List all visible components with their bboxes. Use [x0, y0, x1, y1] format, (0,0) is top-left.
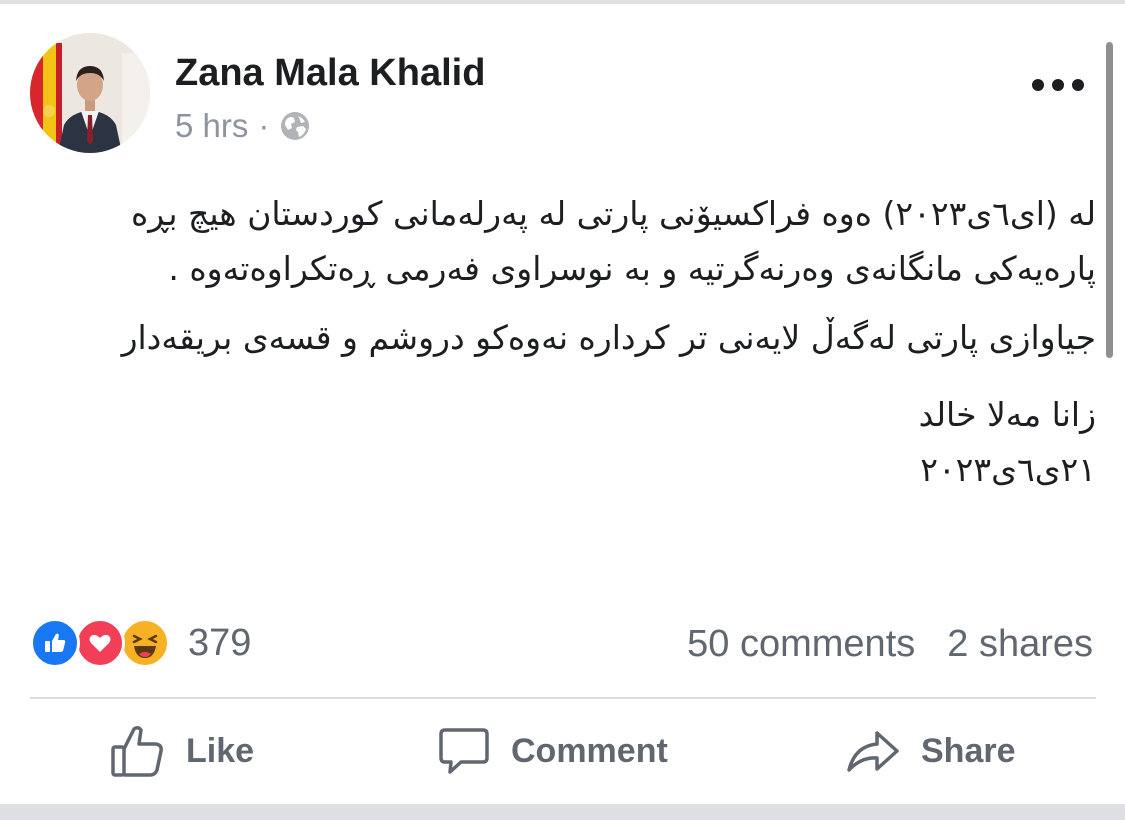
- share-label: Share: [921, 731, 1016, 770]
- top-border: [0, 0, 1125, 4]
- share-button[interactable]: Share: [845, 722, 1016, 780]
- reactions-summary[interactable]: 379: [30, 617, 251, 669]
- divider: [30, 697, 1096, 699]
- like-button[interactable]: Like: [110, 722, 254, 780]
- post-time[interactable]: 5 hrs: [175, 107, 248, 145]
- shares-count[interactable]: 2 shares: [947, 623, 1093, 666]
- engagement-counts: 50 comments 2 shares: [687, 620, 1093, 668]
- comment-button[interactable]: Comment: [437, 722, 668, 780]
- more-dot: [1052, 79, 1064, 91]
- more-options-icon[interactable]: [1032, 76, 1084, 94]
- globe-icon[interactable]: [279, 110, 311, 142]
- more-dot: [1032, 79, 1044, 91]
- post-paragraph: له (ای٦ی٢٠٢٣) ەوە فراکسیۆنی پارتی له پەر…: [130, 194, 1096, 288]
- thumbs-up-icon: [111, 725, 163, 777]
- signature-date: ٢١ی٦ی٢٠٢٣: [920, 450, 1096, 489]
- comment-label: Comment: [511, 731, 668, 770]
- post-body: له (ای٦ی٢٠٢٣) ەوە فراکسیۆنی پارتی له پەر…: [30, 186, 1096, 497]
- more-dot: [1072, 79, 1084, 91]
- author-avatar[interactable]: [30, 33, 150, 153]
- meta-separator: ·: [258, 107, 270, 144]
- scrollbar[interactable]: [1106, 42, 1113, 358]
- comments-count[interactable]: 50 comments: [687, 623, 915, 666]
- bottom-border: [0, 804, 1125, 820]
- share-arrow-icon: [847, 731, 899, 772]
- signature-name: زانا مەلا خالد: [918, 395, 1096, 434]
- like-label: Like: [186, 731, 255, 770]
- reaction-count: 379: [188, 621, 252, 664]
- haha-icon: [120, 618, 170, 668]
- avatar-photo: [30, 33, 150, 153]
- post-paragraph: جیاوازی پارتی لەگەڵ لایەنی تر کرداره نەو…: [121, 318, 1096, 357]
- like-icon: [30, 618, 80, 668]
- post-meta: 5 hrs ·: [175, 106, 311, 146]
- love-icon: [75, 618, 125, 668]
- comment-bubble-icon: [439, 728, 489, 774]
- author-name[interactable]: Zana Mala Khalid: [175, 52, 485, 95]
